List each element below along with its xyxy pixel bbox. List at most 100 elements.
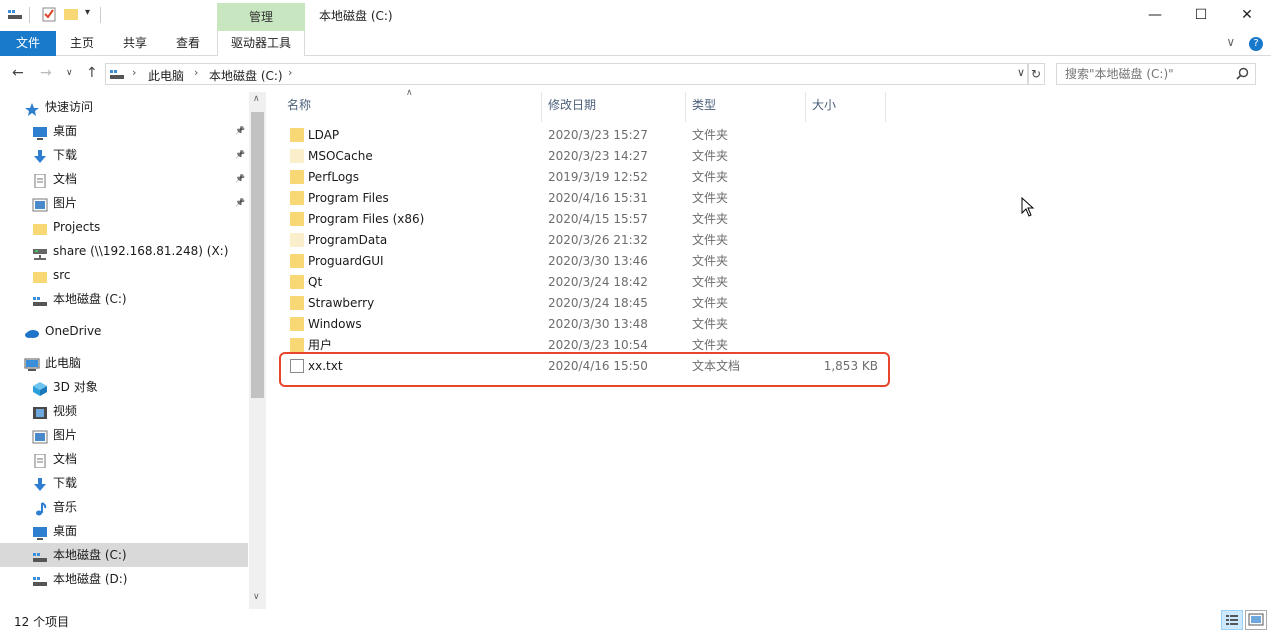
column-divider[interactable]	[885, 92, 886, 122]
nav-item[interactable]: 本地磁盘 (D:)	[0, 567, 248, 591]
column-header-size[interactable]: 大小	[812, 92, 836, 118]
nav-item[interactable]: 音乐	[0, 495, 248, 519]
pin-icon[interactable]: 📌	[235, 119, 245, 143]
pin-icon[interactable]: 📌	[235, 191, 245, 215]
nav-item[interactable]: 本地磁盘 (C:)	[0, 287, 248, 311]
folder-icon	[290, 296, 304, 310]
file-type: 文件夹	[692, 170, 729, 184]
nav-item[interactable]: 快速访问	[0, 95, 248, 119]
file-row[interactable]: LDAP 2020/3/23 15:27 文件夹	[279, 125, 885, 146]
back-arrow-icon[interactable]: ←	[12, 65, 24, 81]
new-folder-icon[interactable]	[63, 6, 79, 22]
forward-arrow-icon[interactable]: →	[40, 65, 52, 81]
file-name: Strawberry	[308, 296, 375, 310]
customize-quick-access-icon[interactable]: ▾	[85, 7, 90, 18]
file-row[interactable]: Program Files (x86) 2020/4/15 15:57 文件夹	[279, 209, 885, 230]
nav-item[interactable]: Projects	[0, 215, 248, 239]
pin-icon[interactable]: 📌	[235, 143, 245, 167]
search-icon[interactable]	[1236, 67, 1249, 80]
download-icon	[32, 476, 48, 491]
item-count: 12 个项目	[14, 615, 70, 629]
picture-icon	[32, 428, 48, 444]
large-icons-view-button[interactable]	[1245, 610, 1267, 630]
divider	[29, 7, 30, 23]
tab-drive-tools[interactable]: 驱动器工具	[217, 31, 305, 56]
properties-icon[interactable]	[41, 6, 57, 22]
column-header-date[interactable]: 修改日期	[548, 92, 596, 118]
scroll-down-icon[interactable]: ∨	[253, 592, 260, 602]
nav-item[interactable]: 此电脑	[0, 351, 248, 375]
nav-item[interactable]: src	[0, 263, 248, 287]
file-type: 文件夹	[692, 191, 729, 205]
tab-share[interactable]: 共享	[108, 31, 162, 56]
nav-item-label: 图片	[53, 196, 78, 210]
nav-item[interactable]: OneDrive	[0, 319, 248, 343]
nav-item[interactable]: 视频	[0, 399, 248, 423]
file-row[interactable]: Program Files 2020/4/16 15:31 文件夹	[279, 188, 885, 209]
nav-item-label: share (\\192.168.81.248) (X:)	[53, 244, 229, 258]
nav-scrollbar-thumb[interactable]	[251, 112, 264, 398]
folder-icon	[290, 191, 304, 205]
drive-icon[interactable]	[7, 6, 23, 22]
file-row[interactable]: ProgramData 2020/3/26 21:32 文件夹	[279, 230, 885, 251]
context-tab-manage[interactable]: 管理	[217, 3, 305, 31]
column-divider[interactable]	[805, 92, 806, 122]
tab-file[interactable]: 文件	[0, 31, 56, 56]
recent-locations-icon[interactable]: ∨	[66, 68, 73, 78]
minimize-button[interactable]: —	[1132, 0, 1178, 30]
nav-item[interactable]: share (\\192.168.81.248) (X:)	[0, 239, 248, 263]
file-row[interactable]: MSOCache 2020/3/23 14:27 文件夹	[279, 146, 885, 167]
file-row[interactable]: Qt 2020/3/24 18:42 文件夹	[279, 272, 885, 293]
nav-item[interactable]: 图片 📌	[0, 191, 248, 215]
file-date: 2020/3/24 18:42	[548, 275, 648, 289]
scroll-up-icon[interactable]: ∧	[253, 94, 260, 104]
folder-icon	[290, 275, 304, 289]
search-input[interactable]	[1065, 67, 1230, 81]
up-arrow-icon[interactable]: ↑	[86, 65, 98, 81]
address-dropdown-icon[interactable]: ∨	[1017, 66, 1025, 79]
nav-item[interactable]: 桌面	[0, 519, 248, 543]
nav-item-label: 本地磁盘 (C:)	[53, 292, 127, 306]
folder-icon	[290, 170, 304, 184]
maximize-button[interactable]: ☐	[1178, 0, 1224, 30]
refresh-button[interactable]: ↻	[1027, 63, 1045, 85]
address-bar[interactable]: › 此电脑 › 本地磁盘 (C:) › ∨	[105, 63, 1029, 85]
nav-item[interactable]: 文档 📌	[0, 167, 248, 191]
nav-item[interactable]: 下载	[0, 471, 248, 495]
nav-item[interactable]: 下载 📌	[0, 143, 248, 167]
nav-item[interactable]: 3D 对象	[0, 375, 248, 399]
file-row[interactable]: ProguardGUI 2020/3/30 13:46 文件夹	[279, 251, 885, 272]
details-view-button[interactable]	[1221, 610, 1243, 630]
file-date: 2020/3/30 13:48	[548, 317, 648, 331]
breadcrumb-local-disk-c[interactable]: 本地磁盘 (C:)	[209, 67, 283, 84]
column-divider[interactable]	[541, 92, 542, 122]
column-header-name[interactable]: 名称	[287, 92, 311, 118]
folder-icon	[290, 233, 304, 247]
column-divider[interactable]	[685, 92, 686, 122]
nav-item[interactable]: 文档	[0, 447, 248, 471]
file-row[interactable]: Strawberry 2020/3/24 18:45 文件夹	[279, 293, 885, 314]
tab-home[interactable]: 主页	[56, 31, 108, 56]
nav-item[interactable]: 图片	[0, 423, 248, 447]
tab-view[interactable]: 查看	[162, 31, 214, 56]
search-box[interactable]	[1056, 63, 1256, 85]
file-type: 文件夹	[692, 212, 729, 226]
breadcrumb-separator-icon[interactable]: ›	[194, 66, 198, 79]
column-header-type[interactable]: 类型	[692, 92, 716, 118]
breadcrumb-this-pc[interactable]: 此电脑	[148, 67, 184, 84]
close-button[interactable]: ✕	[1224, 0, 1270, 30]
drive-icon	[32, 572, 48, 586]
help-icon[interactable]: ?	[1249, 37, 1263, 51]
file-row[interactable]: PerfLogs 2019/3/19 12:52 文件夹	[279, 167, 885, 188]
file-name: LDAP	[308, 128, 340, 142]
breadcrumb-separator-icon[interactable]: ›	[132, 66, 136, 79]
file-list: ∧ 名称 修改日期 类型 大小 LDAP 2020/3/23 15:27 文件夹 MS…	[279, 88, 1269, 609]
nav-scrollbar[interactable]: ∧ ∨	[249, 92, 266, 609]
nav-item[interactable]: 桌面 📌	[0, 119, 248, 143]
breadcrumb-separator-icon[interactable]: ›	[288, 66, 292, 79]
ribbon-controls: ∨ ?	[1226, 35, 1263, 51]
file-row[interactable]: Windows 2020/3/30 13:48 文件夹	[279, 314, 885, 335]
nav-item[interactable]: 本地磁盘 (C:)	[0, 543, 248, 567]
expand-ribbon-icon[interactable]: ∨	[1226, 35, 1235, 49]
pin-icon[interactable]: 📌	[235, 167, 245, 191]
